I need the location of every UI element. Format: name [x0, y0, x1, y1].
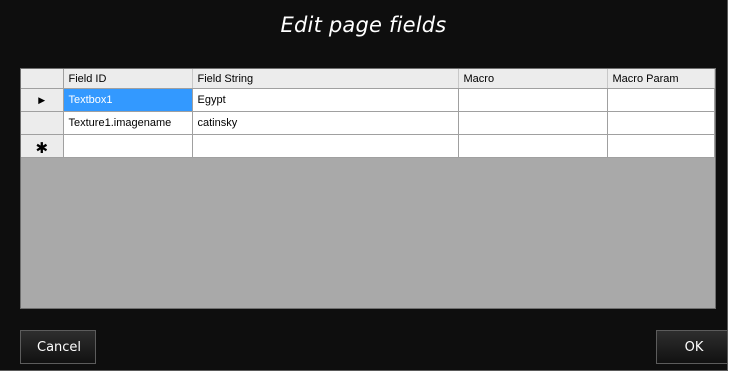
column-header-macro[interactable]: Macro — [458, 69, 608, 89]
column-header-field-id[interactable]: Field ID — [63, 69, 193, 89]
fields-grid[interactable]: Field ID Field String Macro Macro Param … — [20, 68, 716, 309]
column-header-field-string[interactable]: Field String — [192, 69, 459, 89]
dialog-title: Edit page fields — [280, 13, 447, 37]
cancel-button-label: Cancel — [37, 339, 82, 355]
cell-field-id[interactable]: Texture1.imagename — [63, 111, 193, 135]
fields-table: Field ID Field String Macro Macro Param … — [21, 69, 715, 158]
cell-field-string[interactable] — [192, 134, 459, 158]
column-header-macro-param[interactable]: Macro Param — [607, 69, 715, 89]
row-header[interactable]: ▶ — [21, 88, 64, 112]
cell-field-id[interactable] — [63, 134, 193, 158]
cell-macro-param[interactable] — [607, 88, 715, 112]
row-header[interactable] — [21, 111, 64, 135]
edit-page-fields-dialog: Edit page fields Field ID Field String M… — [0, 0, 728, 371]
row-header[interactable]: ✱ — [21, 134, 64, 158]
corner-header[interactable] — [21, 69, 64, 89]
cell-macro-param[interactable] — [607, 111, 715, 135]
cell-macro-param[interactable] — [607, 134, 715, 158]
cell-macro[interactable] — [458, 88, 608, 112]
table-row[interactable]: ▶ Textbox1 Egypt — [21, 88, 715, 112]
ok-button-label: OK — [684, 339, 704, 355]
ok-button[interactable]: OK — [656, 330, 728, 364]
header-row: Field ID Field String Macro Macro Param — [21, 69, 715, 89]
cell-macro[interactable] — [458, 111, 608, 135]
new-row-asterisk-icon: ✱ — [35, 139, 49, 157]
table-row[interactable]: Texture1.imagename catinsky — [21, 111, 715, 135]
cancel-button[interactable]: Cancel — [20, 330, 96, 364]
current-row-arrow-icon: ▶ — [38, 95, 46, 105]
cell-macro[interactable] — [458, 134, 608, 158]
cell-field-string[interactable]: Egypt — [192, 88, 459, 112]
cell-field-id[interactable]: Textbox1 — [63, 88, 193, 112]
cell-field-string[interactable]: catinsky — [192, 111, 459, 135]
new-row[interactable]: ✱ — [21, 134, 715, 158]
